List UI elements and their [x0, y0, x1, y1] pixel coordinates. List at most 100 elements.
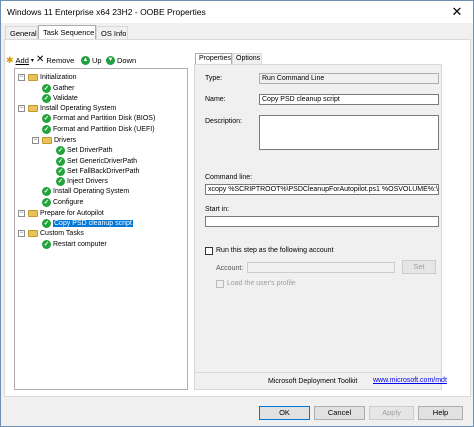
apply-button: Apply: [369, 406, 414, 420]
tree-item-validate[interactable]: ✓ Validate: [42, 93, 78, 103]
tree-group-install-os[interactable]: − Install Operating System: [18, 103, 116, 113]
remove-icon: ✕: [36, 54, 45, 65]
mdt-link[interactable]: www.microsoft.com/mdt: [373, 377, 447, 384]
collapse-icon[interactable]: −: [18, 229, 25, 237]
load-profile-label: Load the user's profile: [227, 280, 296, 287]
tree-item-label-selected: Copy PSD cleanup script: [53, 219, 133, 227]
tab-os-info[interactable]: OS Info: [96, 26, 128, 40]
tree-item-set-fallbackdriverpath[interactable]: ✓ Set FallBackDriverPath: [56, 166, 139, 176]
tree-item-gather[interactable]: ✓ Gather: [42, 83, 74, 93]
type-label: Type:: [205, 75, 223, 82]
tree-item-label: Prepare for Autopilot: [40, 209, 104, 217]
tree-item-copy-psd-cleanup[interactable]: ✓ Copy PSD cleanup script: [42, 218, 133, 228]
task-sequence-tree[interactable]: − Initialization ✓ Gather ✓ Validate − I…: [14, 68, 188, 390]
account-label: Account:: [216, 265, 244, 272]
check-icon: ✓: [56, 156, 65, 166]
close-icon[interactable]: ✕: [449, 4, 465, 20]
tree-group-custom-tasks[interactable]: − Custom Tasks: [18, 228, 84, 238]
properties-window: Windows 11 Enterprise x64 23H2 - OOBE Pr…: [0, 0, 474, 427]
run-as-checkbox[interactable]: [205, 247, 213, 255]
name-field[interactable]: Copy PSD cleanup script: [259, 94, 439, 105]
collapse-icon[interactable]: −: [18, 73, 25, 81]
tree-group-initialization[interactable]: − Initialization: [18, 72, 77, 82]
tree-item-label: Set DriverPath: [67, 146, 113, 154]
tab-task-sequence[interactable]: Task Sequence: [38, 25, 96, 40]
up-label: Up: [92, 55, 102, 65]
help-button[interactable]: Help: [418, 406, 463, 420]
cancel-button[interactable]: Cancel: [314, 406, 365, 420]
folder-icon: [42, 136, 52, 144]
tree-item-label: Gather: [53, 84, 75, 92]
tree-item-label: Set FallBackDriverPath: [67, 167, 140, 175]
tree-item-label: Set GenericDriverPath: [67, 157, 138, 165]
tab-general[interactable]: General: [5, 26, 38, 40]
set-account-button: Set: [402, 260, 436, 274]
check-icon: ✓: [42, 186, 51, 196]
command-line-label: Command line:: [205, 174, 253, 181]
collapse-icon[interactable]: −: [18, 104, 25, 112]
tree-item-format-bios[interactable]: ✓ Format and Partition Disk (BIOS): [42, 113, 155, 123]
down-label: Down: [117, 55, 137, 65]
mdt-label: Microsoft Deployment Toolkit: [268, 378, 358, 385]
tree-item-label: Drivers: [54, 136, 77, 144]
chevron-down-icon: ▾: [30, 57, 34, 64]
run-as-label: Run this step as the following account: [216, 247, 334, 254]
remove-label: Remove: [46, 55, 75, 65]
collapse-icon[interactable]: −: [32, 136, 39, 144]
tree-item-restart-computer[interactable]: ✓ Restart computer: [42, 239, 107, 249]
tree-item-install-os[interactable]: ✓ Install Operating System: [42, 186, 129, 196]
check-icon: ✓: [42, 113, 51, 123]
check-icon: ✓: [42, 93, 51, 103]
type-field: Run Command Line: [259, 73, 439, 84]
check-icon: ✓: [56, 176, 65, 186]
panel-footer: Microsoft Deployment Toolkit www.microso…: [194, 372, 447, 390]
folder-icon: [28, 209, 38, 217]
tree-item-configure[interactable]: ✓ Configure: [42, 197, 83, 207]
command-line-field[interactable]: xcopy %SCRIPTROOT%\PSDCleanupForAutopilo…: [205, 184, 439, 195]
tree-item-label: Custom Tasks: [40, 229, 84, 237]
start-in-label: Start in:: [205, 206, 230, 213]
tree-item-label: Configure: [53, 198, 84, 206]
step-properties-panel: Type: Run Command Line Name: Copy PSD cl…: [194, 64, 442, 390]
remove-button[interactable]: ✕ Remove: [36, 54, 74, 66]
check-icon: ✓: [42, 197, 51, 207]
description-label: Description:: [205, 118, 242, 125]
folder-icon: [28, 229, 38, 237]
tree-item-label: Inject Drivers: [67, 177, 108, 185]
tree-item-label: Install Operating System: [40, 104, 117, 112]
tree-item-inject-drivers[interactable]: ✓ Inject Drivers: [56, 176, 108, 186]
check-icon: ✓: [42, 218, 51, 228]
check-icon: ✓: [42, 239, 51, 249]
check-icon: ✓: [56, 166, 65, 176]
check-icon: ✓: [42, 124, 51, 134]
down-button[interactable]: ▼ Down: [106, 54, 136, 66]
name-label: Name:: [205, 96, 226, 103]
tree-item-set-genericdriverpath[interactable]: ✓ Set GenericDriverPath: [56, 156, 137, 166]
description-field[interactable]: [259, 115, 439, 150]
account-field: [247, 262, 395, 273]
window-title: Windows 11 Enterprise x64 23H2 - OOBE Pr…: [7, 7, 206, 17]
check-icon: ✓: [56, 145, 65, 155]
tree-item-set-driverpath[interactable]: ✓ Set DriverPath: [56, 145, 113, 155]
load-profile-checkbox: [216, 280, 224, 288]
add-label: Add: [15, 55, 29, 65]
collapse-icon[interactable]: −: [18, 209, 25, 217]
title-bar: Windows 11 Enterprise x64 23H2 - OOBE Pr…: [1, 1, 473, 23]
tree-item-label: Restart computer: [53, 240, 107, 248]
arrow-down-icon: ▼: [106, 55, 115, 65]
arrow-up-icon: ▲: [81, 55, 90, 65]
tree-item-label: Validate: [53, 94, 78, 102]
ok-button[interactable]: OK: [259, 406, 310, 420]
check-icon: ✓: [42, 83, 51, 93]
tree-item-label: Format and Partition Disk (BIOS): [53, 114, 156, 122]
tree-group-drivers[interactable]: − Drivers: [32, 135, 76, 145]
add-icon: ✱: [6, 54, 14, 65]
tree-group-prepare-autopilot[interactable]: − Prepare for Autopilot: [18, 208, 104, 218]
add-button[interactable]: ✱ Add ▾: [6, 54, 34, 66]
start-in-field[interactable]: [205, 216, 439, 227]
tree-item-label: Initialization: [40, 73, 77, 81]
tree-item-format-uefi[interactable]: ✓ Format and Partition Disk (UEFI): [42, 124, 155, 134]
folder-icon: [28, 104, 38, 112]
tree-item-label: Format and Partition Disk (UEFI): [53, 125, 155, 133]
up-button[interactable]: ▲ Up: [81, 54, 102, 66]
